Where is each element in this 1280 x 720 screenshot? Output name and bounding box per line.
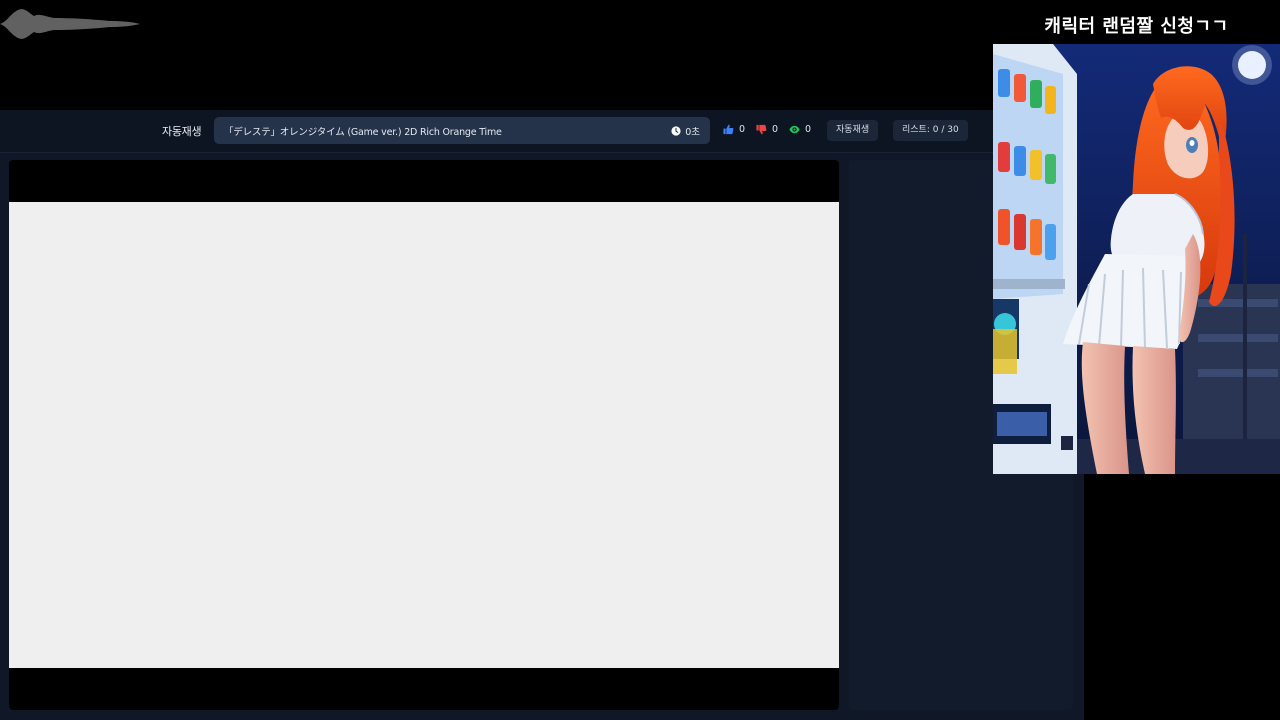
- dislike-counter[interactable]: 0: [756, 124, 778, 135]
- view-count: 0: [805, 124, 812, 135]
- clock-icon: [671, 126, 681, 136]
- dislike-count: 0: [772, 124, 779, 135]
- eye-icon: [789, 125, 800, 134]
- autoplay-button[interactable]: 자동재생: [827, 120, 879, 141]
- like-count: 0: [739, 124, 746, 135]
- elapsed-time: 0초: [671, 124, 700, 138]
- thumbs-down-icon: [756, 124, 767, 135]
- thumbs-up-icon: [723, 124, 734, 135]
- view-counter: 0: [789, 124, 811, 135]
- character-illustration: [993, 44, 1280, 474]
- like-counter[interactable]: 0: [723, 124, 745, 135]
- elapsed-time-value: 0초: [685, 127, 700, 138]
- track-title: 「デレステ」オレンジタイム (Game ver.) 2D Rich Orange…: [224, 127, 502, 138]
- video-screen[interactable]: [9, 202, 839, 668]
- autoplay-label: 자동재생: [162, 125, 202, 138]
- overlay-caption: 캐릭터 랜덤짤 신청ㄱㄱ: [1044, 16, 1229, 37]
- waveform-logo: [0, 9, 140, 39]
- now-playing-bar[interactable]: 「デレステ」オレンジタイム (Game ver.) 2D Rich Orange…: [214, 117, 710, 144]
- playlist-count-button[interactable]: 리스트: 0 / 30: [893, 120, 968, 141]
